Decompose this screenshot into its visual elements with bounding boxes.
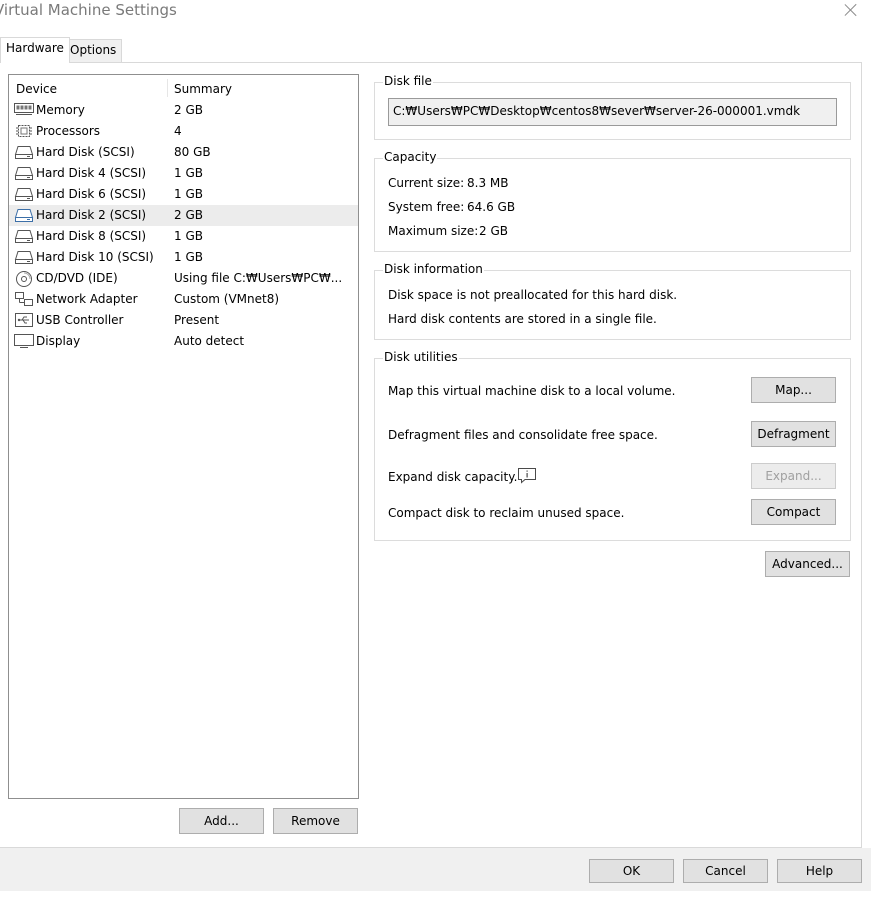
display-icon [14,333,34,349]
device-list-header: Device Summary [9,75,358,101]
compact-description: Compact disk to reclaim unused space. [388,506,625,520]
disk-file-group: Disk file C:₩Users₩PC₩Desktop₩centos8₩se… [374,74,851,140]
device-name: Hard Disk 6 (SCSI) [36,187,147,201]
window-title: Virtual Machine Settings [0,1,177,19]
disk-file-title: Disk file [383,74,433,88]
defragment-button[interactable]: Defragment [751,421,836,447]
defragment-description: Defragment files and consolidate free sp… [388,428,658,442]
advanced-button[interactable]: Advanced... [765,551,850,577]
maximum-size-label: Maximum size: [388,224,479,238]
close-icon[interactable] [842,0,860,18]
device-name: Hard Disk (SCSI) [36,145,135,159]
maximum-size-value: 2 GB [479,224,508,238]
device-name: USB Controller [36,313,124,327]
remove-device-button[interactable]: Remove [273,808,358,834]
device-name: Hard Disk 4 (SCSI) [36,166,147,180]
expand-description: Expand disk capacity. [388,470,518,484]
hard-disk-icon [14,249,34,265]
device-summary: 1 GB [174,166,203,180]
device-row[interactable]: Network Adapter Custom (VMnet8) [9,289,358,310]
map-button[interactable]: Map... [751,377,836,403]
disk-info-line-1: Disk space is not preallocated for this … [388,288,678,302]
column-separator[interactable] [167,79,168,97]
disk-information-title: Disk information [383,262,484,276]
device-summary: Auto detect [174,334,245,348]
hard-disk-icon [14,186,34,202]
hard-disk-icon [14,228,34,244]
device-row[interactable]: Display Auto detect [9,331,358,352]
device-summary: 2 GB [174,103,203,117]
processor-icon [14,123,34,139]
disk-information-group: Disk information Disk space is not preal… [374,262,851,340]
device-row[interactable]: Hard Disk 10 (SCSI) 1 GB [9,247,358,268]
device-name: Processors [36,124,101,138]
disk-utilities-title: Disk utilities [383,350,459,364]
capacity-group: Capacity Current size: 8.3 MB System fre… [374,150,851,252]
network-adapter-icon [14,291,34,307]
device-summary: Using file C:₩Users₩PC₩... [174,271,343,285]
device-row[interactable]: Hard Disk 4 (SCSI) 1 GB [9,163,358,184]
device-name: CD/DVD (IDE) [36,271,118,285]
cancel-button[interactable]: Cancel [683,859,768,883]
device-name: Hard Disk 10 (SCSI) [36,250,154,264]
device-row[interactable]: Hard Disk 6 (SCSI) 1 GB [9,184,358,205]
current-size-label: Current size: [388,176,465,190]
device-summary: 1 GB [174,250,203,264]
device-row[interactable]: Processors 4 [9,121,358,142]
system-free-value: 64.6 GB [467,200,516,214]
device-summary: Present [174,313,220,327]
device-name: Display [36,334,81,348]
device-list[interactable]: Device Summary Memory 2 GB Processors 4 Hard… [8,74,359,799]
ok-button[interactable]: OK [589,859,674,883]
capacity-title: Capacity [383,150,438,164]
tab-hardware[interactable]: Hardware [0,37,70,63]
device-row[interactable]: Hard Disk (SCSI) 80 GB [9,142,358,163]
device-row[interactable]: Hard Disk 8 (SCSI) 1 GB [9,226,358,247]
disk-info-line-2: Hard disk contents are stored in a singl… [388,312,657,326]
memory-icon [14,102,34,118]
map-description: Map this virtual machine disk to a local… [388,384,676,398]
device-column-header[interactable]: Device [16,82,57,96]
info-tooltip-icon[interactable] [517,467,537,484]
hard-disk-icon [14,144,34,160]
device-summary: Custom (VMnet8) [174,292,280,306]
device-row[interactable]: Memory 2 GB [9,100,358,121]
add-device-button[interactable]: Add... [179,808,264,834]
disk-utilities-group: Disk utilities Map this virtual machine … [374,350,851,541]
system-free-label: System free: [388,200,465,214]
device-name: Hard Disk 8 (SCSI) [36,229,147,243]
current-size-value: 8.3 MB [467,176,509,190]
compact-button[interactable]: Compact [751,499,836,525]
device-summary: 2 GB [174,208,203,222]
usb-icon [14,312,34,328]
summary-column-header[interactable]: Summary [174,82,232,96]
device-name: Hard Disk 2 (SCSI) [36,208,147,222]
help-button[interactable]: Help [777,859,862,883]
disk-file-path-field[interactable]: C:₩Users₩PC₩Desktop₩centos8₩sever₩server… [388,98,837,126]
hard-disk-icon [14,207,34,223]
device-summary: 1 GB [174,229,203,243]
device-summary: 4 [174,124,182,138]
device-summary: 1 GB [174,187,203,201]
device-name: Network Adapter [36,292,138,306]
expand-button[interactable]: Expand... [751,463,836,489]
device-summary: 80 GB [174,145,211,159]
device-row[interactable]: CD/DVD (IDE) Using file C:₩Users₩PC₩... [9,268,358,289]
tab-options[interactable]: Options [64,39,123,62]
device-name: Memory [36,103,85,117]
hard-disk-icon [14,165,34,181]
window-bottom-edge [0,891,871,902]
device-row[interactable]: Hard Disk 2 (SCSI) 2 GB [9,205,358,226]
device-row[interactable]: USB Controller Present [9,310,358,331]
cd-dvd-icon [14,270,34,287]
